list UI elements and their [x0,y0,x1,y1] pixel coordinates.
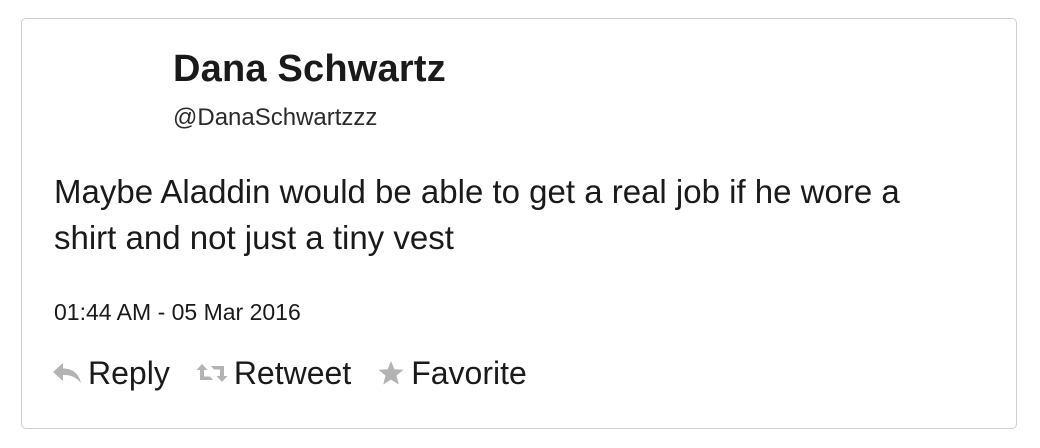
reply-label: Reply [88,355,170,391]
author-display-name[interactable]: Dana Schwartz [173,45,446,93]
tweet-actions: Reply Retweet Favorite [52,351,553,395]
favorite-button[interactable]: Favorite [377,353,527,393]
reply-icon [52,362,82,384]
tweet-timestamp[interactable]: 01:44 AM - 05 Mar 2016 [54,297,301,327]
retweet-button[interactable]: Retweet [196,353,351,393]
star-icon [377,360,405,386]
favorite-label: Favorite [411,355,527,391]
retweet-label: Retweet [233,355,352,391]
author-handle[interactable]: @DanaSchwartzzz [173,103,446,133]
tweet-text: Maybe Aladdin would be able to get a rea… [54,173,900,256]
tweet-author: Dana Schwartz @DanaSchwartzzz [173,45,446,133]
reply-button[interactable]: Reply [52,353,170,393]
tweet-card: Dana Schwartz @DanaSchwartzzz Maybe Alad… [21,18,1017,429]
retweet-icon [196,362,228,384]
